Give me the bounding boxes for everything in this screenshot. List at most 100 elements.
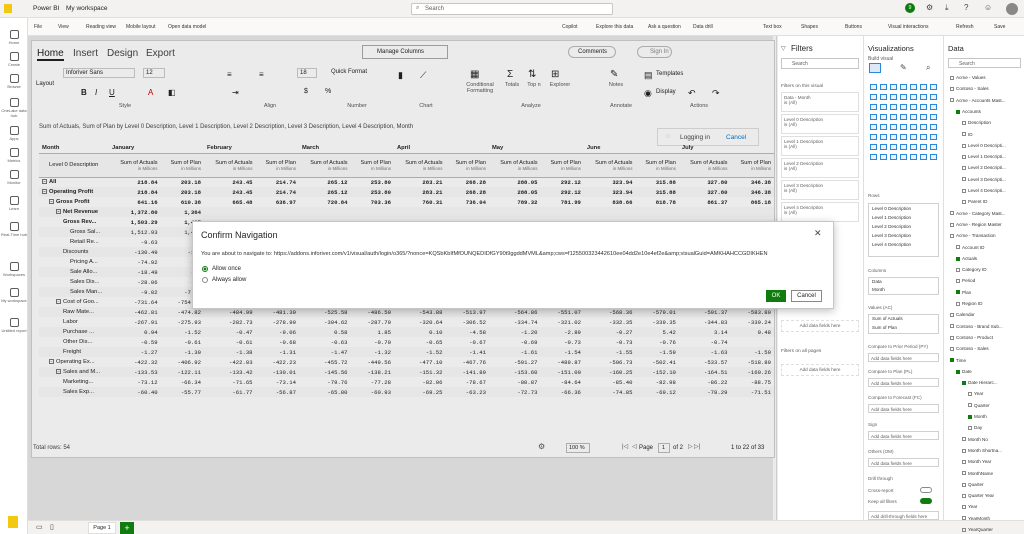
visual-type-icon[interactable] xyxy=(910,154,917,160)
data-field-item[interactable]: Day xyxy=(968,425,982,430)
menu-visual-interactions[interactable]: Visual interactions xyxy=(888,24,929,30)
allow-once-radio[interactable] xyxy=(202,266,208,272)
visual-type-icon[interactable] xyxy=(910,134,917,140)
data-field-item[interactable]: Year xyxy=(968,391,983,396)
field-checkbox[interactable] xyxy=(962,471,966,476)
desktop-view-icon[interactable]: ▭ xyxy=(36,523,43,531)
data-field-item[interactable]: ID xyxy=(962,132,973,137)
data-field-item[interactable]: Plan xyxy=(956,290,971,295)
menu-file[interactable]: File xyxy=(34,24,42,30)
data-field-item[interactable]: Contoso - Product xyxy=(950,335,993,340)
well-fc-drop[interactable]: Add data fields here xyxy=(868,404,939,413)
filter-card-level0[interactable]: Level 0 Description is (All) xyxy=(781,114,859,134)
visual-type-icon[interactable] xyxy=(900,84,907,90)
field-checkbox[interactable] xyxy=(956,267,960,272)
field-checkbox[interactable] xyxy=(968,403,972,408)
rows-item[interactable]: Level 4 Description xyxy=(872,242,911,247)
menu-textbox[interactable]: Text box xyxy=(763,24,782,30)
cancel-button[interactable]: Cancel xyxy=(791,290,822,302)
field-checkbox[interactable] xyxy=(950,222,954,227)
field-checkbox[interactable] xyxy=(962,120,966,125)
field-checkbox[interactable] xyxy=(956,279,960,284)
data-field-item[interactable]: Parent ID xyxy=(962,199,987,204)
data-field-item[interactable]: Acme - Category Mast... xyxy=(950,211,1006,216)
field-checkbox[interactable] xyxy=(950,346,954,351)
data-field-item[interactable]: Period xyxy=(956,278,975,283)
visual-type-icon[interactable] xyxy=(870,124,877,130)
visual-type-icon[interactable] xyxy=(910,84,917,90)
visual-type-icon[interactable] xyxy=(920,114,927,120)
field-checkbox[interactable] xyxy=(950,335,954,340)
visual-type-icon[interactable] xyxy=(870,114,877,120)
menu-refresh[interactable]: Refresh xyxy=(956,24,974,30)
visual-type-icon[interactable] xyxy=(870,134,877,140)
data-field-item[interactable]: Contoso - Sales xyxy=(950,86,989,91)
menu-buttons[interactable]: Buttons xyxy=(845,24,862,30)
data-field-item[interactable]: YearQuarter xyxy=(962,527,993,532)
visual-type-icon[interactable] xyxy=(880,144,887,150)
close-icon[interactable]: ✕ xyxy=(814,228,822,239)
filters-search[interactable]: Search xyxy=(781,58,859,69)
visual-type-icon[interactable] xyxy=(890,134,897,140)
rail-learn[interactable]: Learn xyxy=(0,196,28,211)
data-field-item[interactable]: Quarter xyxy=(962,482,984,487)
values-item[interactable]: Sum of Actuals xyxy=(872,316,903,321)
well-py-drop[interactable]: Add data fields here xyxy=(868,353,939,362)
field-checkbox[interactable] xyxy=(956,290,960,295)
filter-card-level1[interactable]: Level 1 Description is (All) xyxy=(781,136,859,156)
notification-badge[interactable]: 9 xyxy=(905,3,915,13)
data-field-item[interactable]: Description xyxy=(962,120,991,125)
data-field-item[interactable]: Account ID xyxy=(956,245,984,250)
data-field-item[interactable]: Date xyxy=(956,369,972,374)
visual-type-icon[interactable] xyxy=(890,84,897,90)
well-sign-drop[interactable]: Add data fields here xyxy=(868,431,939,440)
data-field-item[interactable]: Category ID xyxy=(956,267,987,272)
data-field-item[interactable]: Region ID xyxy=(956,301,982,306)
columns-item[interactable]: Month xyxy=(872,287,885,292)
field-checkbox[interactable] xyxy=(968,426,972,431)
field-checkbox[interactable] xyxy=(950,233,954,238)
build-visual-tab[interactable] xyxy=(869,63,881,73)
visual-type-icon[interactable] xyxy=(880,114,887,120)
data-field-item[interactable]: Level 2 Descripti... xyxy=(962,165,1006,170)
visual-type-icon[interactable] xyxy=(910,114,917,120)
visual-type-icon[interactable] xyxy=(920,144,927,150)
avatar[interactable] xyxy=(1006,3,1018,15)
field-checkbox[interactable] xyxy=(950,87,954,92)
rail-home[interactable]: Home xyxy=(0,30,28,45)
visual-type-icon[interactable] xyxy=(900,144,907,150)
field-checkbox[interactable] xyxy=(962,459,966,464)
field-checkbox[interactable] xyxy=(962,448,966,453)
data-field-item[interactable]: Calendar xyxy=(950,312,975,317)
data-search[interactable]: Search xyxy=(948,58,1021,68)
data-field-item[interactable]: Level 1 Descripti... xyxy=(962,154,1006,159)
visual-type-icon[interactable] xyxy=(880,94,887,100)
visual-type-icon[interactable] xyxy=(920,94,927,100)
visual-type-icon[interactable] xyxy=(930,94,937,100)
visual-type-icon[interactable] xyxy=(920,124,927,130)
visual-type-icon[interactable] xyxy=(890,94,897,100)
rows-item[interactable]: Level 3 Description xyxy=(872,233,911,238)
visual-type-icon[interactable] xyxy=(920,134,927,140)
visual-type-icon[interactable] xyxy=(920,104,927,110)
data-field-item[interactable]: Quarter xyxy=(968,403,990,408)
field-checkbox[interactable] xyxy=(962,380,966,385)
menu-copilot[interactable]: Copilot xyxy=(562,24,578,30)
field-checkbox[interactable] xyxy=(962,143,966,148)
rail-monitor[interactable]: Monitor xyxy=(0,170,28,185)
field-checkbox[interactable] xyxy=(956,245,960,250)
visual-type-icon[interactable] xyxy=(890,144,897,150)
rail-metrics[interactable]: Metrics xyxy=(0,148,28,163)
rows-item[interactable]: Level 2 Description xyxy=(872,224,911,229)
data-field-item[interactable]: Acme - Transaction xyxy=(950,233,996,238)
field-checkbox[interactable] xyxy=(968,414,972,419)
field-checkbox[interactable] xyxy=(956,109,960,114)
menu-explore[interactable]: Explore this data xyxy=(596,24,633,30)
rows-item[interactable]: Level 1 Description xyxy=(872,215,911,220)
visual-type-icon[interactable] xyxy=(890,124,897,130)
filter-card-level2[interactable]: Level 2 Description is (All) xyxy=(781,158,859,178)
visual-type-icon[interactable] xyxy=(900,154,907,160)
menu-view[interactable]: View xyxy=(58,24,69,30)
rail-apps[interactable]: Apps xyxy=(0,126,28,141)
share-icon[interactable]: ☺ xyxy=(984,3,992,12)
